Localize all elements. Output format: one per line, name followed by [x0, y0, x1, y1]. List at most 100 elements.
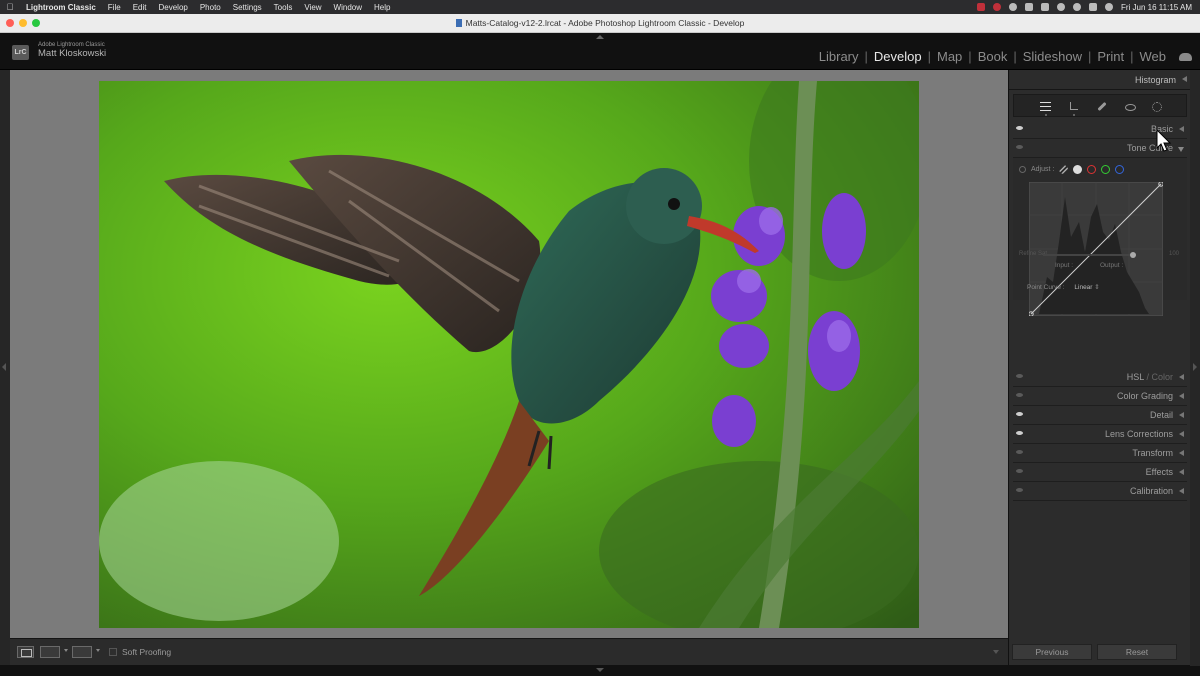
hummingbird-image [99, 81, 919, 628]
calibration-collapse-icon[interactable] [1179, 488, 1184, 494]
spotlight-icon[interactable] [1073, 3, 1081, 11]
filmstrip-collapsed[interactable] [0, 665, 1200, 676]
menu-app-name[interactable]: Lightroom Classic [20, 3, 102, 12]
tone-curve-adjust-row: Adjust : [1019, 165, 1125, 174]
apple-icon[interactable]:  [0, 2, 20, 12]
menubar-status-area: Fri Jun 16 11:15 AM [977, 0, 1192, 14]
before-after-swap-button[interactable] [72, 646, 92, 658]
control-center-icon[interactable] [1089, 3, 1097, 11]
point-curve-select[interactable]: Linear [1074, 284, 1092, 291]
section-calibration[interactable]: Calibration [1013, 482, 1187, 501]
module-map[interactable]: Map [931, 49, 968, 64]
filmstrip-toggle-icon[interactable] [596, 668, 604, 672]
section-transform[interactable]: Transform [1013, 444, 1187, 463]
effects-visibility-eye-icon[interactable] [1016, 469, 1023, 473]
red-channel-icon[interactable] [1087, 165, 1097, 174]
tone-curve-visibility-eye-icon[interactable] [1016, 145, 1023, 149]
menu-settings[interactable]: Settings [227, 3, 268, 12]
point-curve-rgb-icon[interactable] [1073, 165, 1083, 174]
hsl-collapse-icon[interactable] [1179, 374, 1184, 380]
module-web[interactable]: Web [1134, 49, 1173, 64]
red-eye-icon[interactable] [1124, 101, 1136, 112]
right-panel-edge[interactable] [1190, 70, 1200, 666]
before-after-button[interactable] [40, 646, 60, 658]
section-detail[interactable]: Detail [1013, 406, 1187, 425]
module-develop[interactable]: Develop [868, 49, 928, 64]
detail-collapse-icon[interactable] [1179, 412, 1184, 418]
masking-icon[interactable] [1151, 101, 1162, 112]
top-panel-toggle-icon[interactable] [596, 35, 604, 39]
right-panel-toggle-icon[interactable] [1193, 363, 1197, 371]
menu-window[interactable]: Window [328, 3, 368, 12]
detail-visibility-eye-icon[interactable] [1016, 412, 1023, 416]
left-panel-toggle-icon[interactable] [2, 363, 6, 371]
transform-visibility-eye-icon[interactable] [1016, 450, 1023, 454]
color-grading-visibility-eye-icon[interactable] [1016, 393, 1023, 397]
dots-icon[interactable] [1041, 3, 1049, 11]
develop-tool-strip [1013, 94, 1187, 117]
green-channel-icon[interactable] [1101, 165, 1111, 174]
previous-button[interactable]: Previous [1012, 644, 1092, 660]
toolbar-content-caret-icon[interactable] [993, 650, 999, 654]
siri-icon[interactable] [1105, 3, 1113, 11]
transform-collapse-icon[interactable] [1179, 450, 1184, 456]
hsl-visibility-eye-icon[interactable] [1016, 374, 1023, 378]
curve-input-label: Input : [1055, 262, 1074, 269]
play-icon[interactable] [1025, 3, 1033, 11]
hummingbird-photo[interactable] [99, 81, 919, 628]
section-effects[interactable]: Effects [1013, 463, 1187, 482]
lrc-logo: LrC [12, 45, 29, 60]
menu-tools[interactable]: Tools [268, 3, 299, 12]
hsl-label-main: HSL [1126, 372, 1144, 382]
section-color-grading-label: Color Grading [1116, 391, 1173, 401]
blue-channel-icon[interactable] [1115, 165, 1125, 174]
loupe-view-button[interactable] [17, 646, 34, 658]
target-adjust-icon[interactable] [1019, 166, 1026, 173]
record-icon[interactable] [1009, 3, 1017, 11]
module-library[interactable]: Library [813, 49, 865, 64]
healing-brush-icon[interactable] [1096, 101, 1107, 112]
crop-icon[interactable] [1068, 101, 1079, 116]
section-lens-corrections[interactable]: Lens Corrections [1013, 425, 1187, 444]
menu-file[interactable]: File [102, 3, 127, 12]
parametric-curve-icon[interactable] [1059, 165, 1069, 174]
lens-corrections-collapse-icon[interactable] [1179, 431, 1184, 437]
menu-photo[interactable]: Photo [194, 3, 227, 12]
cloud-sync-icon[interactable] [1179, 53, 1192, 61]
section-color-grading[interactable]: Color Grading [1013, 387, 1187, 406]
section-hsl-color[interactable]: HSL / Color [1013, 368, 1187, 387]
menu-develop[interactable]: Develop [152, 3, 193, 12]
creative-cloud-icon[interactable] [993, 3, 1001, 11]
left-panel-collapsed[interactable] [0, 70, 10, 666]
tone-curve-collapse-icon[interactable] [1178, 147, 1184, 152]
menubar-clock[interactable]: Fri Jun 16 11:15 AM [1121, 3, 1192, 12]
histogram-header[interactable]: Histogram [1009, 70, 1190, 90]
soft-proofing-label: Soft Proofing [122, 647, 172, 657]
effects-collapse-icon[interactable] [1179, 469, 1184, 475]
refine-saturation-slider[interactable] [1043, 254, 1133, 256]
adjust-label: Adjust : [1031, 166, 1055, 173]
status-app-icon[interactable] [977, 3, 985, 11]
menu-view[interactable]: View [298, 3, 327, 12]
module-slideshow[interactable]: Slideshow [1017, 49, 1088, 64]
color-grading-collapse-icon[interactable] [1179, 393, 1184, 399]
user-name: Matt Kloskowski [38, 48, 107, 59]
menu-help[interactable]: Help [368, 3, 396, 12]
wifi-icon[interactable] [1057, 3, 1065, 11]
module-print[interactable]: Print [1091, 49, 1130, 64]
edit-sliders-icon[interactable] [1040, 101, 1051, 116]
basic-collapse-icon[interactable] [1179, 126, 1184, 132]
module-book[interactable]: Book [972, 49, 1014, 64]
swap-caret-icon[interactable] [96, 649, 100, 652]
before-after-caret-icon[interactable] [64, 649, 68, 652]
point-curve-updown-icon[interactable]: ⇕ [1094, 284, 1099, 291]
basic-visibility-eye-icon[interactable] [1016, 126, 1023, 130]
calibration-visibility-eye-icon[interactable] [1016, 488, 1023, 492]
histogram-collapse-icon[interactable] [1182, 76, 1187, 82]
menu-edit[interactable]: Edit [127, 3, 153, 12]
tone-curve-graph[interactable] [1029, 182, 1163, 316]
reset-button[interactable]: Reset [1097, 644, 1177, 660]
refine-saturation-knob[interactable] [1130, 252, 1136, 258]
soft-proofing-checkbox[interactable] [109, 648, 117, 656]
lens-corrections-visibility-eye-icon[interactable] [1016, 431, 1023, 435]
